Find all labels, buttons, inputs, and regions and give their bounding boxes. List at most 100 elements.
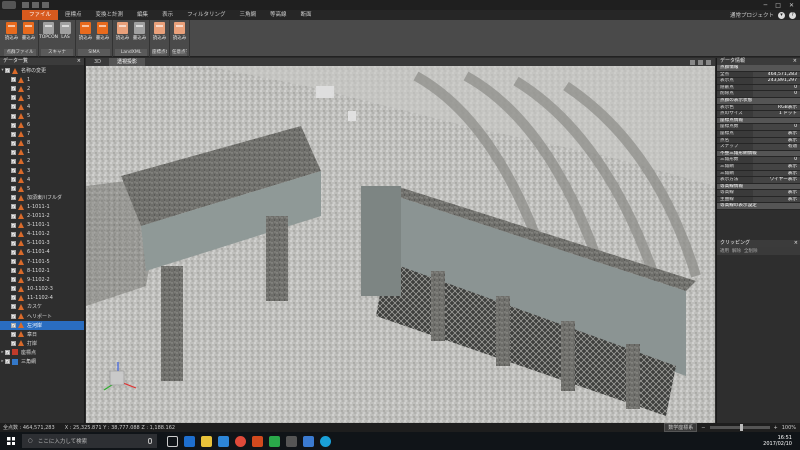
property-value[interactable]: 表示: [753, 163, 800, 170]
ribbon-button[interactable]: 読込み: [152, 21, 167, 47]
visibility-checkbox[interactable]: [11, 286, 16, 292]
tree-item[interactable]: 5: [0, 184, 84, 193]
close-icon[interactable]: [706, 59, 711, 65]
help-icon[interactable]: ?: [789, 11, 796, 19]
property-value[interactable]: 243,891,297: [753, 78, 800, 84]
tree-item[interactable]: 4: [0, 175, 84, 184]
tree-item[interactable]: 8: [0, 139, 84, 148]
clipping-tool-button[interactable]: 適用: [720, 248, 729, 254]
visibility-checkbox[interactable]: [11, 140, 16, 146]
dropdown-icon[interactable]: [42, 2, 49, 8]
tree-item[interactable]: 3: [0, 93, 84, 102]
home-icon[interactable]: [698, 59, 703, 65]
visibility-checkbox[interactable]: [11, 177, 16, 183]
document-icon[interactable]: [303, 435, 314, 447]
ribbon-tab[interactable]: フィルタリング: [180, 10, 232, 20]
tree-item[interactable]: 左河岸: [0, 320, 84, 330]
tree-item[interactable]: 2: [0, 84, 84, 93]
property-value[interactable]: 0: [753, 124, 800, 130]
tree-item[interactable]: 6-1101-4: [0, 248, 84, 257]
ribbon-tab[interactable]: 三角網: [232, 10, 263, 20]
property-value[interactable]: ワイヤー表示: [753, 177, 800, 183]
visibility-checkbox[interactable]: [11, 158, 16, 164]
close-icon[interactable]: ×: [77, 58, 81, 65]
tree-item[interactable]: 4: [0, 102, 84, 111]
tree-item[interactable]: 章日: [0, 330, 84, 339]
visibility-checkbox[interactable]: [11, 186, 16, 192]
visibility-checkbox[interactable]: [11, 77, 16, 83]
visibility-checkbox[interactable]: [11, 340, 16, 346]
property-value[interactable]: 表示: [753, 170, 800, 177]
line-icon[interactable]: [269, 435, 280, 447]
tree-item[interactable]: ▾名称の変更: [0, 66, 84, 75]
property-value[interactable]: 表示: [753, 130, 800, 137]
property-value[interactable]: 464,571,283: [753, 71, 800, 78]
visibility-checkbox[interactable]: [11, 95, 16, 101]
property-value[interactable]: 0: [753, 84, 800, 91]
ribbon-button[interactable]: 読込み: [172, 21, 187, 47]
tree-item[interactable]: 1: [0, 148, 84, 157]
ribbon-button[interactable]: LAS: [58, 21, 73, 47]
tree-item[interactable]: 2-1011-2: [0, 212, 84, 221]
store-icon[interactable]: [218, 435, 229, 447]
visibility-checkbox[interactable]: [5, 68, 10, 74]
tree-item[interactable]: ▸三角網: [0, 357, 84, 366]
visibility-checkbox[interactable]: [11, 331, 16, 337]
visibility-checkbox[interactable]: [11, 168, 16, 174]
visibility-checkbox[interactable]: [11, 113, 16, 119]
property-value[interactable]: 表示: [753, 137, 800, 144]
visibility-checkbox[interactable]: [11, 304, 16, 310]
ribbon-button[interactable]: 書込み: [21, 21, 36, 47]
app-icon[interactable]: [252, 435, 263, 447]
3d-viewport[interactable]: [86, 66, 715, 423]
clipping-tool-button[interactable]: 全削除: [744, 248, 758, 254]
tree-item[interactable]: 4-1101-2: [0, 230, 84, 239]
tree-item[interactable]: カスケ: [0, 302, 84, 311]
visibility-checkbox[interactable]: [11, 86, 16, 92]
viewport-tab[interactable]: 3D: [86, 58, 109, 66]
ribbon-tab[interactable]: 表示: [155, 10, 180, 20]
visibility-checkbox[interactable]: [11, 195, 16, 201]
tree-item[interactable]: 11-1102-4: [0, 293, 84, 302]
property-value[interactable]: 表示: [753, 190, 800, 196]
clipping-tool-button[interactable]: 解除: [732, 248, 741, 254]
visibility-checkbox[interactable]: [11, 204, 16, 210]
ribbon-button[interactable]: 読込み: [78, 21, 93, 47]
microphone-icon[interactable]: [148, 438, 152, 444]
pointcloud-app-icon[interactable]: [286, 435, 297, 447]
ribbon-tab[interactable]: 変換と計測: [89, 10, 131, 20]
visibility-checkbox[interactable]: [11, 104, 16, 110]
property-value[interactable]: 表示: [753, 196, 800, 203]
property-value[interactable]: 0: [753, 91, 800, 97]
chrome-icon[interactable]: [235, 435, 246, 447]
redo-icon[interactable]: [32, 2, 39, 8]
tree-item[interactable]: 6: [0, 121, 84, 130]
visibility-checkbox[interactable]: [11, 268, 16, 274]
visibility-checkbox[interactable]: [11, 222, 16, 228]
ribbon-tab[interactable]: 編集: [130, 10, 155, 20]
ribbon-button[interactable]: 読込み: [115, 21, 130, 47]
visibility-checkbox[interactable]: [5, 349, 10, 355]
visibility-checkbox[interactable]: [11, 122, 16, 128]
tree-item[interactable]: 打岸: [0, 339, 84, 348]
tree-item[interactable]: 1: [0, 75, 84, 84]
ribbon-button[interactable]: TOPCON: [39, 21, 58, 47]
start-button[interactable]: [0, 432, 22, 450]
coordinate-mode[interactable]: 数学座標系: [664, 423, 698, 432]
visibility-checkbox[interactable]: [11, 131, 16, 137]
system-tray-clock[interactable]: 16:51 2017/02/10: [763, 435, 792, 447]
zoom-out-icon[interactable]: −: [701, 425, 705, 431]
visibility-checkbox[interactable]: [11, 322, 16, 328]
tree-item[interactable]: 加須東川フルダ: [0, 193, 84, 202]
ribbon-tab[interactable]: 断面: [294, 10, 319, 20]
ribbon-button[interactable]: 書込み: [132, 21, 147, 47]
undo-icon[interactable]: [22, 2, 29, 8]
ribbon-button[interactable]: 書込み: [95, 21, 110, 47]
maximize-icon[interactable]: □: [775, 2, 781, 9]
tree-item[interactable]: 9-1102-2: [0, 275, 84, 284]
property-value[interactable]: 0: [753, 157, 800, 163]
visibility-checkbox[interactable]: [11, 213, 16, 219]
property-value[interactable]: 有効: [753, 144, 800, 150]
ie-icon[interactable]: [320, 435, 331, 447]
close-icon[interactable]: ×: [793, 58, 797, 65]
